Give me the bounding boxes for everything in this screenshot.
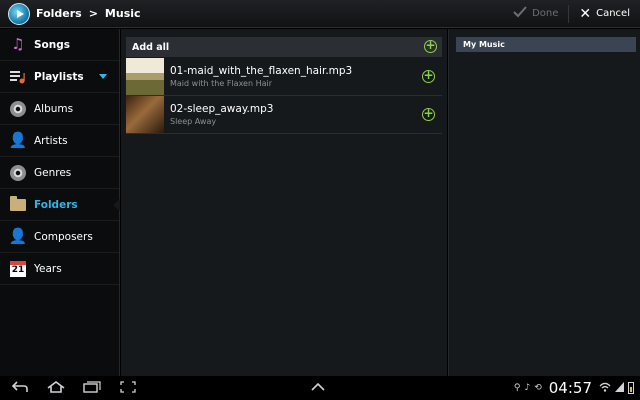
sidebar-item-label: Songs xyxy=(34,38,71,51)
done-label: Done xyxy=(532,8,559,19)
sidebar-item-albums[interactable]: Albums xyxy=(0,93,119,125)
chevron-up-icon[interactable] xyxy=(310,381,326,396)
status-area[interactable]: ⚲ ♪ ⟲ 04:57 xyxy=(514,376,634,400)
sidebar-item-composers[interactable]: 👤 Composers xyxy=(0,221,119,253)
calendar-icon: 21 xyxy=(9,260,27,278)
list-item[interactable]: 01-maid_with_the_flaxen_hair.mp3 Maid wi… xyxy=(126,58,442,96)
add-all-label: Add all xyxy=(132,41,170,53)
add-all-bar[interactable]: Add all + xyxy=(126,37,442,57)
sidebar-item-songs[interactable]: ♫ Songs xyxy=(0,29,119,61)
track-title: Sleep Away xyxy=(170,117,217,126)
action-bar: Folders > Music Done ✕ Cancel xyxy=(0,0,640,28)
sidebar-item-label: Artists xyxy=(34,134,68,147)
back-icon[interactable] xyxy=(2,380,38,396)
signal-icon xyxy=(615,381,624,395)
sidebar-item-folders[interactable]: Folders xyxy=(0,189,120,221)
disc-icon xyxy=(9,100,27,118)
system-bar: ⚲ ♪ ⟲ 04:57 xyxy=(0,376,640,400)
music-note-icon: ♫ xyxy=(11,35,25,53)
sidebar-item-label: Albums xyxy=(34,102,74,115)
category-sidebar: ♫ Songs Playlists Albums 👤 Artists Genre… xyxy=(0,29,120,376)
add-all-plus-icon[interactable]: + xyxy=(424,39,437,53)
home-icon[interactable] xyxy=(38,380,74,396)
sidebar-item-artists[interactable]: 👤 Artists xyxy=(0,125,119,157)
track-list-panel: Add all + 01-maid_with_the_flaxen_hair.m… xyxy=(121,29,447,376)
sidebar-item-label: Years xyxy=(34,262,62,275)
album-art-thumbnail xyxy=(126,96,164,133)
recent-apps-icon[interactable] xyxy=(74,380,110,396)
sidebar-item-genres[interactable]: Genres xyxy=(0,157,119,189)
breadcrumb-folders[interactable]: Folders xyxy=(36,7,82,20)
sync-icon: ⟲ xyxy=(534,383,542,393)
track-title: Maid with the Flaxen Hair xyxy=(170,79,273,88)
clock: 04:57 xyxy=(548,379,592,397)
disc-icon xyxy=(9,164,27,182)
battery-icon xyxy=(628,382,634,394)
cancel-button[interactable]: ✕ Cancel xyxy=(569,0,640,27)
playlist-icon xyxy=(9,68,27,86)
music-player-icon[interactable] xyxy=(8,2,30,25)
sidebar-item-label: Composers xyxy=(34,230,93,243)
breadcrumb-music: Music xyxy=(104,7,141,20)
sidebar-item-years[interactable]: 21 Years xyxy=(0,253,119,285)
list-item[interactable]: 02-sleep_away.mp3 Sleep Away + xyxy=(126,96,442,134)
folder-icon xyxy=(9,195,27,214)
playlist-title: My Music xyxy=(456,37,636,52)
cancel-label: Cancel xyxy=(596,8,630,19)
music-note-status-icon: ♪ xyxy=(524,383,531,393)
person-icon: 👤 xyxy=(8,131,28,149)
add-track-plus-icon[interactable]: + xyxy=(422,69,435,83)
close-icon: ✕ xyxy=(579,5,592,22)
sidebar-item-playlists[interactable]: Playlists xyxy=(0,61,119,93)
sidebar-item-label: Folders xyxy=(34,198,78,211)
breadcrumb-separator: > xyxy=(88,7,98,20)
wifi-icon xyxy=(599,382,611,395)
dropdown-arrow-icon[interactable] xyxy=(99,74,107,79)
screenshot-icon[interactable] xyxy=(110,380,146,396)
person-icon: 👤 xyxy=(8,227,28,245)
album-art-thumbnail xyxy=(126,58,164,95)
playlist-panel: My Music xyxy=(448,29,640,376)
check-icon xyxy=(513,6,527,21)
track-filename: 01-maid_with_the_flaxen_hair.mp3 xyxy=(170,65,353,77)
track-filename: 02-sleep_away.mp3 xyxy=(170,103,274,115)
add-track-plus-icon[interactable]: + xyxy=(422,107,435,121)
sidebar-item-label: Playlists xyxy=(34,70,84,83)
sidebar-item-label: Genres xyxy=(34,166,72,179)
usb-icon: ⚲ xyxy=(513,383,521,393)
breadcrumb: Folders > Music xyxy=(36,7,141,20)
done-button[interactable]: Done xyxy=(503,0,568,27)
